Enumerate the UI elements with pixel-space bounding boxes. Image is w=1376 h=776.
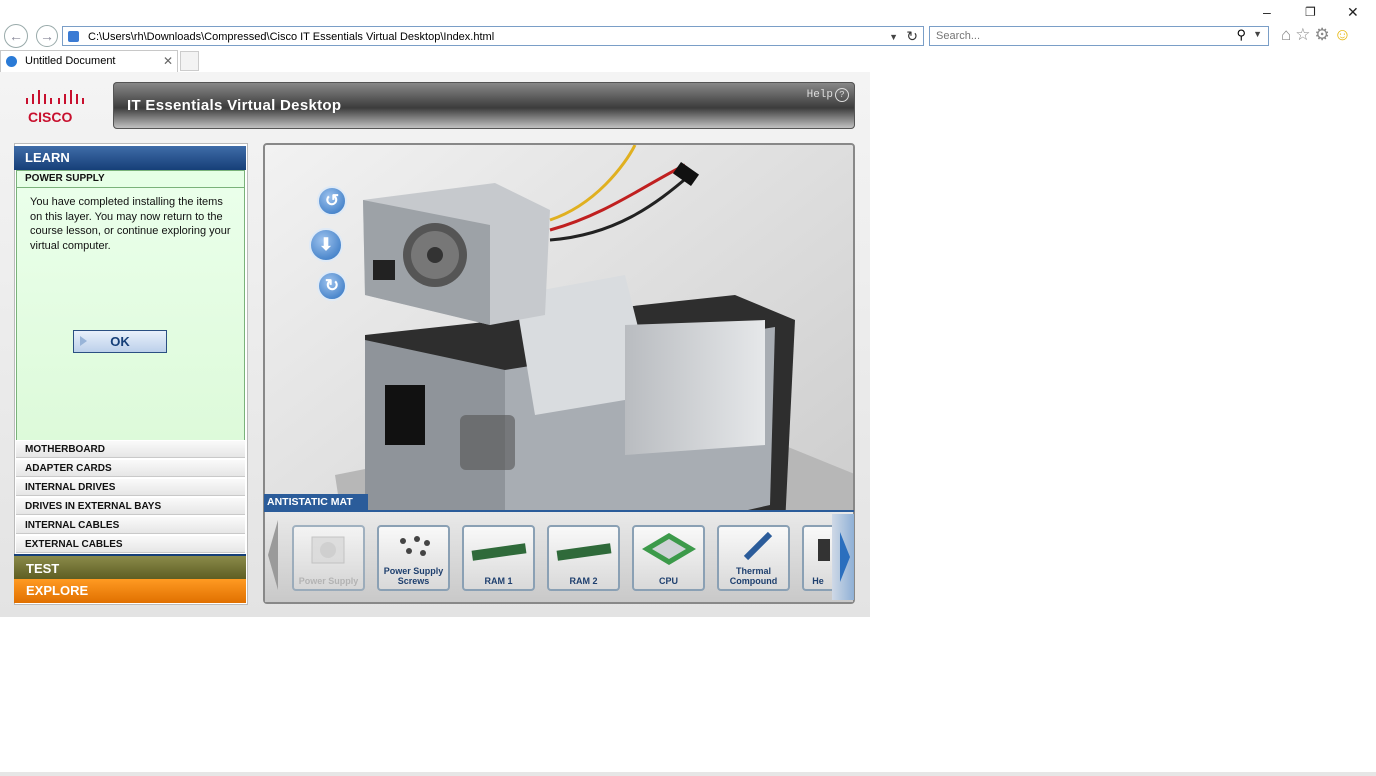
tray-item-screws[interactable]: Power Supply Screws <box>377 525 450 591</box>
cisco-logo: CISCO <box>24 90 96 126</box>
tray-item-label: RAM 1 <box>484 576 513 586</box>
rotate-left-button[interactable]: ↺ <box>317 186 347 216</box>
category-motherboard[interactable]: MOTHERBOARD <box>16 440 245 458</box>
status-bar-edge <box>0 772 1376 776</box>
close-window-button[interactable]: ✕ <box>1347 4 1359 21</box>
arrow-right-icon: → <box>40 28 54 44</box>
browser-tab[interactable]: Untitled Document ✕ <box>0 50 178 72</box>
tray-item-cpu[interactable]: CPU <box>632 525 705 591</box>
category-internal-drives[interactable]: INTERNAL DRIVES <box>16 478 245 496</box>
chevron-down-icon[interactable]: ▼ <box>889 27 898 47</box>
power-supply-icon <box>311 536 345 564</box>
drop-down-button[interactable]: ⬇ <box>309 228 343 262</box>
test-tab[interactable]: TEST <box>14 554 246 579</box>
close-tab-icon[interactable]: ✕ <box>163 51 173 72</box>
search-dropdown-icon[interactable]: ▼ <box>1253 29 1262 39</box>
search-input[interactable] <box>934 29 1218 43</box>
new-tab-button[interactable] <box>180 51 199 71</box>
rotate-cw-icon: ↻ <box>324 276 340 295</box>
tray-item-label: Thermal Compound <box>729 566 778 586</box>
ie-icon <box>6 56 17 67</box>
heatsink-icon <box>818 539 830 561</box>
refresh-icon[interactable]: ↻ <box>906 26 918 46</box>
explore-tab[interactable]: EXPLORE <box>14 579 246 603</box>
category-adapter-cards[interactable]: ADAPTER CARDS <box>16 459 245 477</box>
section-power-supply[interactable]: POWER SUPPLY <box>16 170 245 188</box>
back-button[interactable]: ← <box>4 24 28 48</box>
tray-item-ram-2[interactable]: RAM 2 <box>547 525 620 591</box>
tray-item-label: Power Supply Screws <box>383 566 444 586</box>
tray-item-ram-1[interactable]: RAM 1 <box>462 525 535 591</box>
question-icon: ? <box>835 88 849 102</box>
rotate-ccw-icon: ↺ <box>324 191 340 210</box>
tray-item-heatsink[interactable]: He <box>802 525 832 591</box>
category-external-cables[interactable]: EXTERNAL CABLES <box>16 535 245 553</box>
arrow-left-icon: ← <box>9 28 23 44</box>
restore-button[interactable]: ❐ <box>1305 5 1316 19</box>
arrow-down-icon: ⬇ <box>318 235 334 254</box>
gear-icon[interactable]: ⚙ <box>1315 25 1330 45</box>
ram-icon <box>471 543 527 561</box>
search-icon[interactable]: ⚲ <box>1236 27 1246 43</box>
help-label: Help <box>806 89 833 101</box>
syringe-icon <box>743 531 773 561</box>
cpu-icon <box>642 533 696 565</box>
smiley-feedback-icon[interactable]: ☺ <box>1334 25 1351 45</box>
learn-header[interactable]: LEARN <box>14 146 246 170</box>
tab-title: Untitled Document <box>25 55 116 67</box>
rotate-right-button[interactable]: ↻ <box>317 271 347 301</box>
home-icon[interactable]: ⌂ <box>1281 25 1291 45</box>
page-icon <box>68 31 79 42</box>
category-external-bays[interactable]: DRIVES IN EXTERNAL BAYS <box>16 497 245 515</box>
app-title: IT Essentials Virtual Desktop <box>127 97 342 114</box>
forward-button[interactable]: → <box>36 25 58 47</box>
tray-item-label: RAM 2 <box>569 576 598 586</box>
tray-item-label: CPU <box>658 576 678 586</box>
minimize-button[interactable]: – <box>1263 4 1271 20</box>
tray-scroll-right[interactable] <box>832 514 854 600</box>
message-box: You have completed installing the items … <box>16 188 245 440</box>
search-box[interactable]: ⚲ ▼ <box>929 26 1269 46</box>
address-text: C:\Users\rh\Downloads\Compressed\Cisco I… <box>88 31 495 43</box>
screws-icon <box>400 536 430 556</box>
favorites-star-icon[interactable]: ☆ <box>1295 25 1310 45</box>
app-title-bar: IT Essentials Virtual Desktop Help? <box>113 82 855 129</box>
ok-label: OK <box>110 334 130 349</box>
antistatic-mat-label: ANTISTATIC MAT <box>264 494 368 511</box>
cisco-logo-text: CISCO <box>28 109 72 125</box>
tray-scroll-left[interactable] <box>268 520 278 590</box>
help-button[interactable]: Help? <box>807 88 849 102</box>
category-internal-cables[interactable]: INTERNAL CABLES <box>16 516 245 534</box>
tray-item-label: Power Supply <box>298 576 359 586</box>
tray-item-thermal-compound[interactable]: Thermal Compound <box>717 525 790 591</box>
ram-icon <box>556 543 612 561</box>
completion-message: You have completed installing the items … <box>30 196 231 252</box>
chevron-right-icon <box>840 532 850 582</box>
play-arrow-icon <box>80 336 87 346</box>
address-bar[interactable]: C:\Users\rh\Downloads\Compressed\Cisco I… <box>62 26 924 46</box>
tray-item-label: He <box>812 576 824 586</box>
ok-button[interactable]: OK <box>73 330 167 353</box>
tray-item-power-supply[interactable]: Power Supply <box>292 525 365 591</box>
